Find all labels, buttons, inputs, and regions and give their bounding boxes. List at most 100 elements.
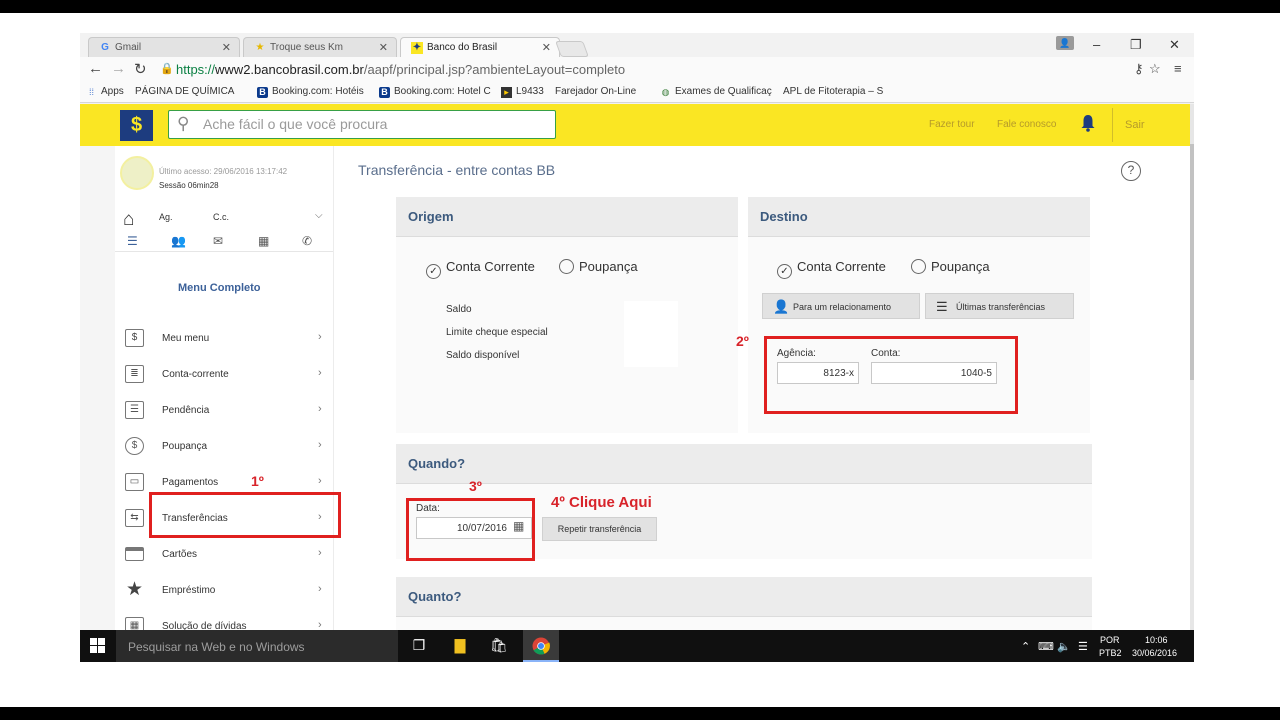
origin-radio-savings[interactable]: Poupança [559, 259, 638, 274]
chevron-right-icon: › [318, 367, 322, 379]
home-icon[interactable]: ⌂ [123, 209, 134, 231]
chevron-down-icon[interactable]: ⌵ [315, 210, 323, 221]
destination-radio-savings[interactable]: Poupança [911, 259, 990, 274]
how-much-panel: Quanto? [396, 577, 1092, 630]
tray-chevron-up-icon[interactable]: ⌃ [1021, 640, 1030, 653]
mail-icon[interactable]: ✉ [213, 234, 223, 248]
menu-icon[interactable]: ≡ [1174, 61, 1182, 76]
volume-icon[interactable]: 🔈 [1057, 640, 1071, 653]
repeat-transfer-button[interactable]: Repetir transferência [542, 517, 657, 541]
sidebar-item-poupanca[interactable]: $ Poupança › [115, 429, 333, 463]
phone-icon[interactable]: ✆ [302, 234, 312, 248]
notifications-icon[interactable]: ☰ [1078, 640, 1088, 653]
tour-link[interactable]: Fazer tour [929, 119, 975, 130]
chevron-right-icon: › [318, 619, 322, 630]
barcode-icon: ▭ [125, 473, 144, 491]
when-panel-header: Quando? [396, 444, 1092, 484]
quick-access-bar: ☰ 👥 ✉ ▦ ✆ [115, 234, 333, 252]
annotation-box-step3 [406, 498, 535, 561]
globe-icon: ◍ [661, 87, 670, 97]
origin-radio-checking[interactable]: ✓ Conta Corrente [426, 259, 535, 279]
list-icon: ☰ [936, 299, 948, 314]
browser-toolbar: ← → ↻ 🔒 https://www2.bancobrasil.com.br/… [80, 57, 1194, 81]
back-arrow-icon[interactable]: ← [88, 60, 103, 77]
sidebar-item-label: Conta-corrente [162, 369, 229, 380]
person-icon: 👤 [773, 299, 790, 314]
minimize-icon[interactable]: – [1093, 37, 1100, 52]
hamburger-icon[interactable]: ☰ [127, 234, 138, 248]
task-view-icon[interactable]: ❐ [409, 637, 429, 655]
clock-date[interactable]: 30/06/2016 [1132, 648, 1177, 658]
grid-icon[interactable]: ▦ [258, 234, 269, 248]
forward-arrow-icon[interactable]: → [111, 60, 126, 77]
taskbar-search[interactable]: Pesquisar na Web e no Windows [116, 630, 398, 662]
relationship-button[interactable]: 👤 Para um relacionamento [762, 293, 920, 319]
bookmark-star-icon[interactable]: ☆ [1149, 61, 1161, 77]
close-icon[interactable]: ✕ [542, 41, 551, 54]
account-label: C.c. [213, 212, 230, 222]
language-top[interactable]: POR [1100, 635, 1120, 645]
sidebar-item-solucao-dividas[interactable]: ▦ Solução de dívidas › [115, 609, 333, 630]
key-icon[interactable]: ⚷ [1134, 61, 1144, 77]
url-text: https://www2.bancobrasil.com.br/aapf/pri… [176, 62, 626, 77]
sidebar-item-meu-menu[interactable]: $ Meu menu › [115, 321, 333, 355]
check-icon: ✓ [777, 264, 792, 279]
chrome-icon [532, 637, 550, 655]
bookmark-apps[interactable]: ⁞⁞ Apps [86, 86, 124, 98]
last-transfers-button[interactable]: ☰ Últimas transferências [925, 293, 1074, 319]
bookmark-exames[interactable]: ◍ Exames de Qualificaç [660, 86, 772, 98]
site-search[interactable]: ⚲ [168, 110, 556, 139]
bookmark-booking-hotel[interactable]: B Booking.com: Hotel C [379, 86, 491, 98]
site-search-input[interactable] [203, 116, 543, 132]
sidebar-item-cartoes[interactable]: Cartões › [115, 537, 333, 571]
close-icon[interactable]: ✕ [222, 41, 231, 54]
restore-icon[interactable]: ❐ [1130, 37, 1142, 53]
file-explorer-icon[interactable]: ▇ [450, 637, 470, 655]
chrome-taskbar-button[interactable] [523, 630, 559, 662]
sidebar-item-conta-corrente[interactable]: ≣ Conta-corrente › [115, 357, 333, 391]
banco-do-brasil-logo-icon[interactable]: $ [120, 110, 153, 141]
tab-gmail[interactable]: G Gmail ✕ [88, 37, 240, 57]
transfer-icon: ⇆ [125, 509, 144, 527]
help-icon[interactable]: ? [1121, 161, 1141, 181]
letterbox-bottom [0, 707, 1280, 720]
tab-troque[interactable]: ★ Troque seus Km ✕ [243, 37, 397, 57]
logout-link[interactable]: Sair [1125, 119, 1145, 131]
bell-icon[interactable] [1081, 114, 1095, 132]
avatar[interactable] [120, 156, 154, 190]
contact-link[interactable]: Fale conosco [997, 119, 1056, 130]
address-bar[interactable]: 🔒 https://www2.bancobrasil.com.br/aapf/p… [160, 59, 1144, 79]
sidebar-item-emprestimo[interactable]: ★ Empréstimo › [115, 573, 333, 607]
profile-icon[interactable]: 👤 [1056, 36, 1074, 50]
sidebar-item-label: Poupança [162, 441, 208, 452]
sidebar-item-pendencia[interactable]: ☰ Pendência › [115, 393, 333, 427]
bookmark-l9433[interactable]: ▸ L9433 [501, 86, 544, 98]
star-icon: ★ [125, 579, 144, 600]
chevron-right-icon: › [318, 331, 322, 343]
scrollbar-thumb[interactable] [1190, 144, 1194, 380]
destination-radio-checking[interactable]: ✓ Conta Corrente [777, 259, 886, 279]
saldo-disponivel-label: Saldo disponível [446, 350, 520, 361]
account-selector[interactable]: ⌂ Ag. C.c. ⌵ [115, 206, 333, 236]
close-window-icon[interactable]: ✕ [1169, 37, 1180, 53]
network-icon[interactable]: ⌨ [1038, 640, 1054, 653]
new-tab-button[interactable] [555, 41, 589, 57]
chevron-right-icon: › [318, 403, 322, 415]
language-bottom[interactable]: PTB2 [1099, 648, 1122, 658]
people-icon[interactable]: 👥 [171, 234, 186, 248]
menu-title[interactable]: Menu Completo [178, 282, 261, 294]
store-icon[interactable]: 🛍 [489, 637, 509, 655]
tab-banco-do-brasil[interactable]: ✦ Banco do Brasil ✕ [400, 37, 560, 57]
annotation-step1: 1º [251, 473, 264, 489]
close-icon[interactable]: ✕ [379, 41, 388, 54]
bookmark-apl-fitoterapia[interactable]: APL de Fitoterapia – S [783, 86, 883, 168]
windows-start-icon[interactable] [90, 638, 106, 654]
page-scrollbar[interactable] [1190, 104, 1194, 630]
bookmark-quimica[interactable]: PÁGINA DE QUÍMICA [135, 86, 234, 168]
annotation-box-step1 [149, 492, 341, 538]
bookmark-farejador[interactable]: Farejador On-Line [555, 86, 636, 168]
bookmark-booking-hoteis[interactable]: B Booking.com: Hotéis [257, 86, 364, 98]
flag-icon: ▸ [501, 87, 512, 98]
clock-time[interactable]: 10:06 [1145, 635, 1168, 645]
reload-icon[interactable]: ↻ [134, 60, 147, 78]
